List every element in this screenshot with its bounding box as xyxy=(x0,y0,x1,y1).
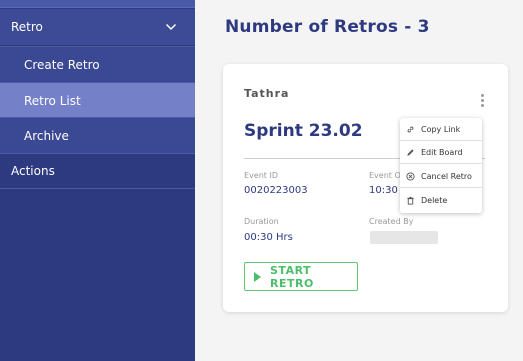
duration-label: Duration xyxy=(244,217,279,226)
start-retro-label: START RETRO xyxy=(270,263,314,290)
sidebar-item-label: Archive xyxy=(24,128,69,143)
sidebar-top-item[interactable] xyxy=(0,0,195,8)
created-by-value xyxy=(370,231,438,244)
start-retro-button[interactable]: START RETRO xyxy=(244,262,358,291)
sidebar-item-retro-list[interactable]: Retro List xyxy=(0,82,195,118)
page-title: Number of Retros - 3 xyxy=(225,17,430,37)
trash-icon xyxy=(407,196,414,205)
play-icon xyxy=(254,271,261,282)
kebab-menu-icon[interactable] xyxy=(479,94,485,110)
team-name: Tathra xyxy=(244,87,290,100)
sprint-title: Sprint 23.02 xyxy=(244,121,363,141)
chevron-down-icon[interactable] xyxy=(165,21,177,33)
cancel-circle-icon xyxy=(406,171,415,181)
menu-item-delete[interactable]: Delete xyxy=(400,189,482,212)
menu-item-label: Copy Link xyxy=(421,124,461,134)
sidebar: Retro Create Retro Retro List Archive Ac… xyxy=(0,0,195,361)
duration-value: 00:30 Hrs xyxy=(244,232,293,243)
event-id-label: Event ID xyxy=(244,171,278,180)
menu-item-label: Delete xyxy=(421,196,448,205)
menu-item-label: Edit Board xyxy=(421,147,463,157)
sidebar-item-archive[interactable]: Archive xyxy=(0,117,195,153)
event-id-value: 0020223003 xyxy=(244,185,308,196)
menu-item-cancel-retro[interactable]: Cancel Retro xyxy=(400,165,482,188)
sidebar-item-label: Create Retro xyxy=(24,57,100,72)
card-options-menu: Copy Link Edit Board Cancel Retro Delete xyxy=(400,118,482,213)
sidebar-item-label: Retro xyxy=(11,20,43,34)
sidebar-item-actions[interactable]: Actions xyxy=(0,153,195,189)
link-icon xyxy=(407,126,414,132)
created-by-label: Created By xyxy=(369,217,414,226)
menu-item-copy-link[interactable]: Copy Link xyxy=(400,118,482,141)
sidebar-item-label: Retro List xyxy=(24,93,81,108)
pencil-icon xyxy=(407,148,414,156)
sidebar-item-label: Actions xyxy=(11,164,55,178)
menu-item-edit-board[interactable]: Edit Board xyxy=(400,141,482,164)
sidebar-item-create-retro[interactable]: Create Retro xyxy=(0,46,195,82)
sidebar-item-retro[interactable]: Retro xyxy=(0,9,195,45)
menu-item-label: Cancel Retro xyxy=(421,171,472,181)
event-on-label: Event O xyxy=(369,171,401,180)
